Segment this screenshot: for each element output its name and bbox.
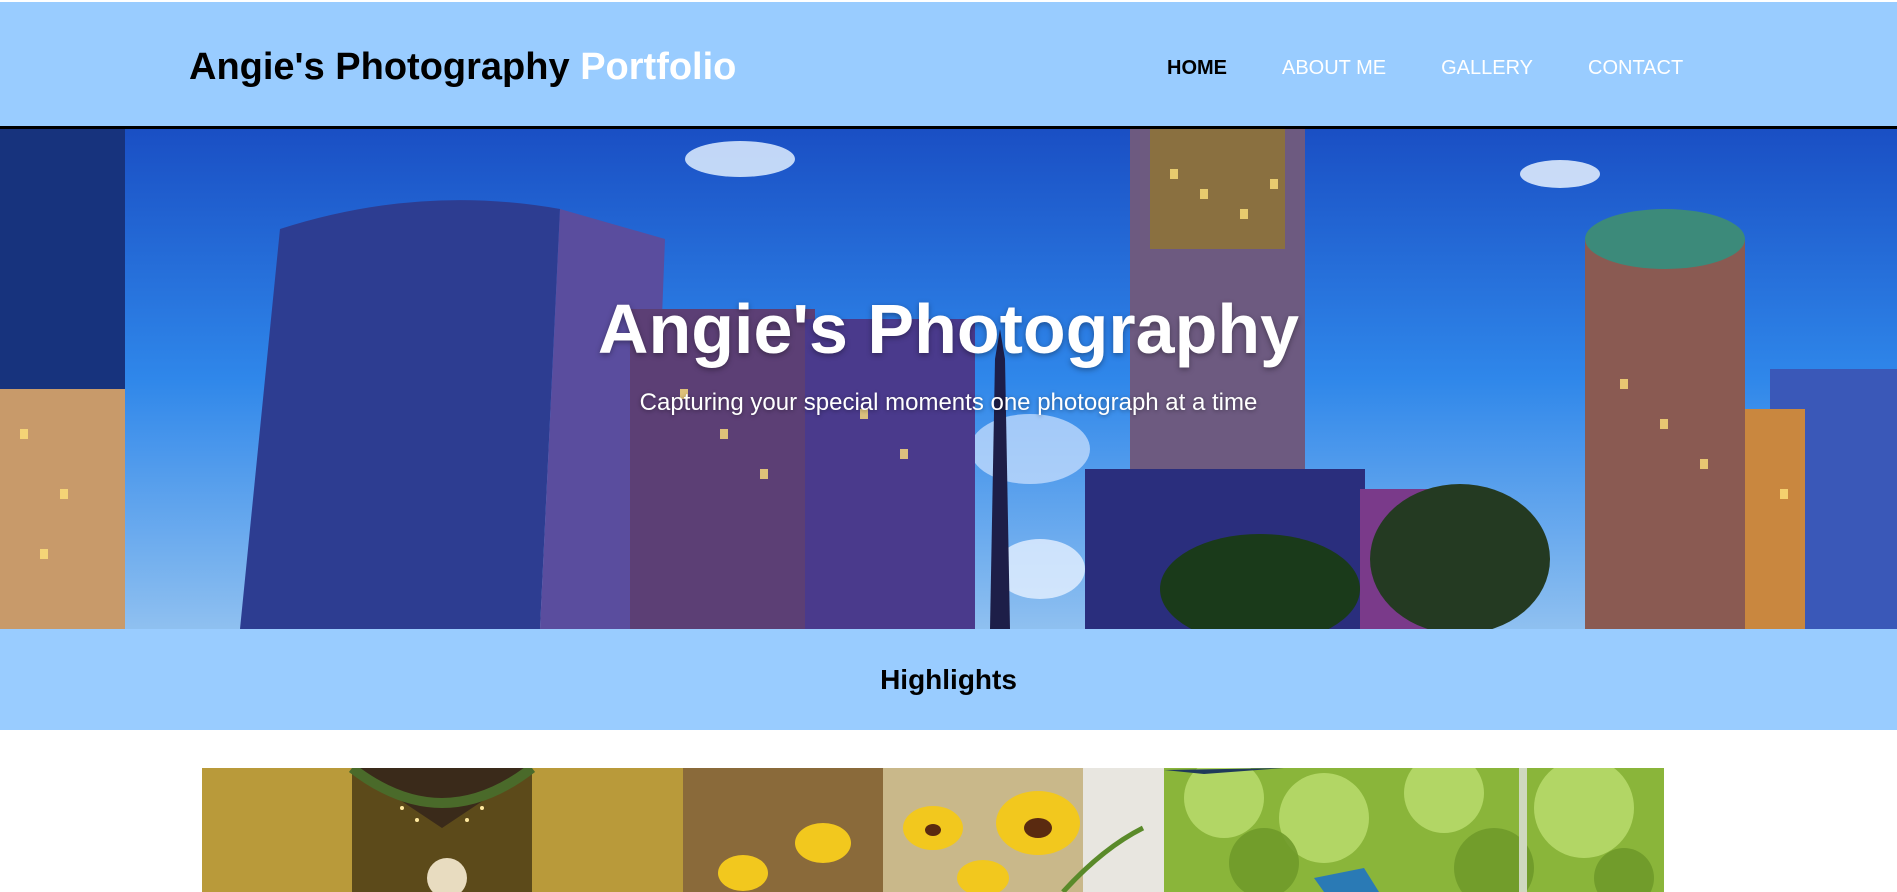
- gallery-item-wedding[interactable]: [202, 768, 683, 892]
- highlights-section: Highlights: [0, 629, 1897, 730]
- brand-accent: Portfolio: [580, 46, 737, 88]
- highlights-heading: Highlights: [880, 663, 1017, 695]
- city-skyline-photo: [0, 129, 1897, 629]
- wedding-photo: [202, 768, 683, 892]
- garden-greenery-photo: [1164, 768, 1664, 892]
- hero-subtitle: Capturing your special moments one photo…: [639, 389, 1258, 416]
- nav-home-link[interactable]: HOME: [1167, 57, 1227, 80]
- brand-title: Angie's Photography: [189, 46, 570, 88]
- gallery-item-garden[interactable]: [1164, 768, 1664, 892]
- nav-contact-link[interactable]: CONTACT: [1588, 57, 1683, 80]
- main-nav: HOME ABOUT ME GALLERY CONTACT: [1167, 57, 1683, 80]
- site-brand[interactable]: Angie's Photography Portfolio: [189, 46, 736, 89]
- hero-title: Angie's Photography: [597, 290, 1300, 368]
- yellow-pansies-photo: [683, 768, 1164, 892]
- nav-about-link[interactable]: ABOUT ME: [1282, 57, 1386, 80]
- gallery-item-pansies[interactable]: [683, 768, 1164, 892]
- site-header: Angie's Photography Portfolio HOME ABOUT…: [0, 2, 1897, 129]
- nav-gallery-link[interactable]: GALLERY: [1441, 57, 1533, 80]
- highlights-gallery: [0, 730, 1897, 892]
- hero-banner: Angie's Photography Capturing your speci…: [0, 129, 1897, 629]
